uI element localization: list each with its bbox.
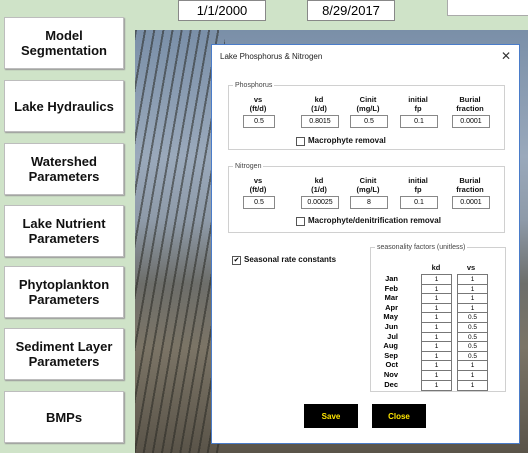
phosphorus-header-2: Cinit (mg/L) <box>356 95 380 113</box>
month-label: Jul <box>387 331 398 341</box>
nitrogen-header-0: vs (ft/d) <box>249 176 267 194</box>
macrophyte-denitrification-label: Macrophyte/denitrification removal <box>308 216 441 225</box>
start-date-field[interactable]: 1/1/2000 <box>178 0 266 21</box>
phosphorus-header-4: Burial fraction <box>456 95 484 113</box>
nav-phytoplankton-parameters[interactable]: Phytoplankton Parameters <box>4 266 124 318</box>
nitrogen-header-3: initial fp <box>408 176 428 194</box>
seasonal-rate-checkbox[interactable]: ✔ <box>232 256 241 265</box>
macrophyte-removal-label: Macrophyte removal <box>308 136 386 145</box>
save-button[interactable]: Save <box>304 404 358 428</box>
nitrogen-header-2: Cinit (mg/L) <box>356 176 380 194</box>
nav-sediment-layer-parameters[interactable]: Sediment Layer Parameters <box>4 328 124 380</box>
nitrogen-input-4[interactable]: 0.0001 <box>452 196 490 209</box>
nitrogen-input-2[interactable]: 8 <box>350 196 388 209</box>
month-label: May <box>383 312 398 322</box>
macrophyte-denitrification-checkbox[interactable] <box>296 217 305 226</box>
nitrogen-input-0[interactable]: 0.5 <box>243 196 275 209</box>
macrophyte-removal-checkbox[interactable] <box>296 137 305 146</box>
lake-phosphorus-nitrogen-dialog: Lake Phosphorus & Nitrogen ✕ Phosphorus … <box>211 44 520 444</box>
month-label: Jan <box>385 274 398 283</box>
nav-lake-nutrient-parameters[interactable]: Lake Nutrient Parameters <box>4 205 124 257</box>
phosphorus-input-2[interactable]: 0.5 <box>350 115 388 128</box>
phosphorus-input-0[interactable]: 0.5 <box>243 115 275 128</box>
nav-watershed-parameters[interactable]: Watershed Parameters <box>4 143 124 195</box>
seasonal-kd-input[interactable]: 1 <box>421 379 452 391</box>
end-date-field[interactable]: 8/29/2017 <box>307 0 395 21</box>
month-label: Apr <box>385 302 398 312</box>
phosphorus-input-1[interactable]: 0.8015 <box>301 115 339 128</box>
seasonal-kd-header: kd <box>431 263 441 272</box>
nav-model-segmentation[interactable]: Model Segmentation <box>4 17 124 69</box>
phosphorus-legend: Phosphorus <box>235 82 273 89</box>
month-label: Mar <box>384 293 398 303</box>
seasonality-legend: seasonality factors (unitless) <box>377 244 466 251</box>
month-label: Nov <box>383 370 398 379</box>
phosphorus-header-1: kd (1/d) <box>311 95 327 113</box>
nitrogen-header-4: Burial fraction <box>456 176 484 194</box>
dialog-title: Lake Phosphorus & Nitrogen <box>220 52 323 61</box>
nitrogen-input-1[interactable]: 0.00025 <box>301 196 339 209</box>
phosphorus-header-0: vs (ft/d) <box>249 95 267 113</box>
phosphorus-header-3: initial fp <box>408 95 428 113</box>
month-label: Dec <box>384 379 398 389</box>
nitrogen-legend: Nitrogen <box>235 163 262 170</box>
month-label: Aug <box>383 341 398 351</box>
month-label: Jun <box>384 322 398 331</box>
phosphorus-input-3[interactable]: 0.1 <box>400 115 438 128</box>
nav-lake-hydraulics[interactable]: Lake Hydraulics <box>4 80 124 132</box>
seasonal-vs-header: vs <box>466 263 476 272</box>
nitrogen-input-3[interactable]: 0.1 <box>400 196 438 209</box>
close-button[interactable]: Close <box>372 404 426 428</box>
seasonal-rate-label: Seasonal rate constants <box>244 255 337 264</box>
close-icon[interactable]: ✕ <box>501 49 511 63</box>
nitrogen-header-1: kd (1/d) <box>311 176 327 194</box>
seasonal-vs-input[interactable]: 1 <box>457 379 488 391</box>
phosphorus-input-4[interactable]: 0.0001 <box>452 115 490 128</box>
nav-bmps[interactable]: BMPs <box>4 391 124 443</box>
seasonality-table: Jan 1 1 Feb 1 1 Mar 1 1 Apr 1 1 May 1 0.5 Jun 1 0.5 Jul 1 0.… <box>380 274 500 392</box>
month-label: Oct <box>385 360 398 370</box>
month-label: Feb <box>384 283 398 293</box>
top-right-button[interactable] <box>447 0 528 16</box>
month-label: Sep <box>384 350 398 360</box>
